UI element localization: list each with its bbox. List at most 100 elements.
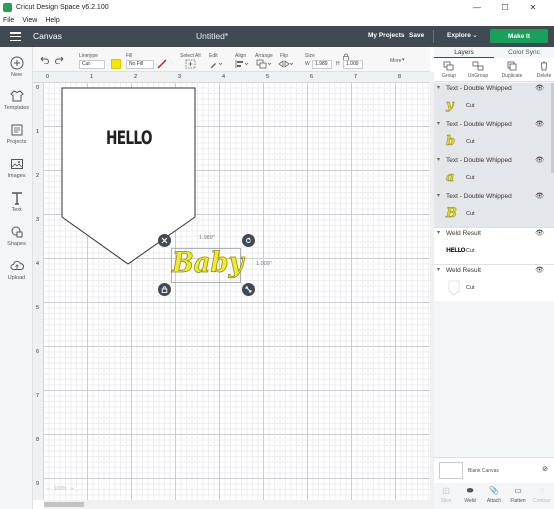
flatten-button[interactable]: ▭ Flatten bbox=[506, 486, 530, 504]
layer-group[interactable]: ▾ Text - Double Whipped 👁 b Cut bbox=[434, 119, 554, 155]
linetype-select[interactable]: Cut bbox=[79, 60, 105, 69]
design-canvas[interactable]: HELLO Baby 1.989" 1.009" bbox=[44, 83, 430, 500]
height-input[interactable]: 1.009 bbox=[343, 60, 363, 69]
make-it-button[interactable]: Make It bbox=[490, 29, 548, 43]
canvas-color-swatch[interactable] bbox=[439, 462, 463, 479]
flip-icon[interactable] bbox=[278, 59, 294, 69]
save-button[interactable]: Save bbox=[409, 32, 424, 39]
maximize-button[interactable]: ☐ bbox=[492, 0, 518, 15]
rotate-handle[interactable] bbox=[242, 234, 255, 247]
flatten-label: Flatten bbox=[510, 498, 526, 504]
layer-group-header[interactable]: ▾ Text - Double Whipped 👁 bbox=[434, 155, 554, 166]
my-projects-button[interactable]: My Projects bbox=[368, 32, 405, 39]
redo-icon[interactable] bbox=[55, 56, 65, 64]
layer-group[interactable]: ▾ Weld Result 👁 HELLO Cut bbox=[434, 227, 554, 264]
ruler-tick: 2 bbox=[36, 173, 40, 179]
eye-hidden-icon[interactable]: ⊘ bbox=[542, 465, 548, 473]
arrange-icon[interactable] bbox=[256, 59, 272, 69]
trash-icon bbox=[541, 61, 547, 71]
scroll-thumb[interactable] bbox=[44, 502, 84, 507]
more-button[interactable]: More bbox=[390, 58, 401, 64]
lock-handle[interactable] bbox=[158, 283, 171, 296]
upload-tool[interactable]: Upload bbox=[0, 259, 33, 281]
banner-shape[interactable] bbox=[61, 87, 196, 265]
resize-handle[interactable] bbox=[242, 283, 255, 296]
group-button[interactable]: Group bbox=[435, 61, 463, 79]
duplicate-button[interactable]: Duplicate bbox=[498, 61, 526, 79]
eye-icon[interactable]: 👁 bbox=[535, 265, 544, 276]
layer-group[interactable]: ▾ Text - Double Whipped 👁 B Cut bbox=[434, 191, 554, 227]
layer-group-header[interactable]: ▾ Text - Double Whipped 👁 bbox=[434, 119, 554, 130]
undo-icon[interactable] bbox=[39, 56, 49, 64]
layer-item[interactable]: Cut bbox=[434, 276, 554, 301]
layer-item[interactable]: y Cut bbox=[434, 94, 554, 119]
more-chevron-icon[interactable]: ▾ bbox=[402, 57, 405, 63]
chevron-down-icon[interactable]: ▾ bbox=[437, 265, 440, 276]
eye-icon[interactable]: 👁 bbox=[535, 83, 544, 94]
layer-group[interactable]: ▾ Text - Double Whipped 👁 a Cut bbox=[434, 155, 554, 191]
minimize-button[interactable]: — bbox=[464, 0, 490, 15]
align-icon[interactable] bbox=[234, 59, 250, 69]
ruler-tick: 3 bbox=[178, 74, 182, 80]
attach-button[interactable]: 📎 Attach bbox=[482, 486, 506, 504]
contour-button[interactable]: ◌ Contour bbox=[530, 486, 554, 504]
baby-text[interactable]: Baby bbox=[172, 246, 244, 280]
eye-icon[interactable]: 👁 bbox=[535, 191, 544, 202]
layer-item[interactable]: HELLO Cut bbox=[434, 239, 554, 264]
chevron-down-icon[interactable]: ▾ bbox=[437, 155, 440, 166]
layer-item[interactable]: a Cut bbox=[434, 166, 554, 191]
projects-tool[interactable]: Projects bbox=[0, 123, 33, 145]
layer-group-header[interactable]: ▾ Weld Result 👁 bbox=[434, 265, 554, 276]
weld-button[interactable]: ⬬ Weld bbox=[458, 486, 482, 504]
eye-icon[interactable]: 👁 bbox=[535, 119, 544, 130]
layer-group-header[interactable]: ▾ Text - Double Whipped 👁 bbox=[434, 191, 554, 202]
tab-layers[interactable]: Layers bbox=[434, 47, 494, 58]
layers-panel: Layers Color Sync Group UnGroup Duplicat… bbox=[434, 47, 554, 509]
slice-button[interactable]: ◫ Slice bbox=[434, 486, 458, 504]
ungroup-button[interactable]: UnGroup bbox=[464, 61, 492, 79]
plus-circle-icon bbox=[10, 56, 23, 70]
eye-icon[interactable]: 👁 bbox=[535, 228, 544, 239]
hamburger-menu-icon[interactable] bbox=[10, 32, 21, 42]
width-input[interactable]: 1.989 bbox=[312, 60, 332, 69]
tab-color-sync[interactable]: Color Sync bbox=[494, 47, 554, 58]
layer-group[interactable]: ▾ Weld Result 👁 Cut bbox=[434, 264, 554, 301]
fill-select[interactable]: No Fill bbox=[126, 60, 154, 69]
image-icon bbox=[10, 159, 23, 169]
text-tool[interactable]: Text bbox=[0, 191, 33, 213]
menu-view[interactable]: View bbox=[22, 17, 37, 24]
horizontal-scrollbar[interactable] bbox=[44, 500, 430, 509]
layer-group-header[interactable]: ▾ Text - Double Whipped 👁 bbox=[434, 83, 554, 94]
weld-icon: ⬬ bbox=[466, 486, 474, 495]
delete-button[interactable]: Delete bbox=[530, 61, 554, 79]
layer-group-header[interactable]: ▾ Weld Result 👁 bbox=[434, 228, 554, 239]
layer-item[interactable]: b Cut bbox=[434, 130, 554, 155]
images-tool[interactable]: Images bbox=[0, 157, 33, 179]
zoom-out-button[interactable]: – bbox=[47, 486, 50, 492]
shapes-tool[interactable]: Shapes bbox=[0, 225, 33, 247]
chevron-down-icon[interactable]: ⌄ bbox=[472, 31, 478, 39]
fill-color-none-icon[interactable] bbox=[157, 59, 167, 69]
layer-group-name: Weld Result bbox=[446, 230, 481, 237]
select-all-icon[interactable] bbox=[185, 59, 196, 69]
ruler-tick: 9 bbox=[36, 481, 40, 487]
new-tool[interactable]: New bbox=[0, 56, 33, 78]
zoom-in-button[interactable]: + bbox=[71, 486, 74, 492]
hello-text[interactable]: HELLO bbox=[106, 127, 152, 149]
eye-icon[interactable]: 👁 bbox=[535, 155, 544, 166]
templates-tool[interactable]: Templates bbox=[0, 89, 33, 111]
chevron-down-icon[interactable]: ▾ bbox=[437, 191, 440, 202]
menu-help[interactable]: Help bbox=[45, 17, 59, 24]
delete-handle[interactable] bbox=[158, 234, 171, 247]
linetype-color-swatch[interactable] bbox=[111, 59, 121, 69]
chevron-down-icon[interactable]: ▾ bbox=[437, 228, 440, 239]
explore-button[interactable]: Explore bbox=[447, 32, 471, 39]
layer-item[interactable]: B Cut bbox=[434, 202, 554, 227]
blank-canvas-row[interactable]: Blank Canvas ⊘ bbox=[434, 457, 554, 483]
edit-icon[interactable] bbox=[209, 59, 223, 69]
close-window-button[interactable]: ✕ bbox=[520, 0, 546, 15]
menu-file[interactable]: File bbox=[3, 17, 14, 24]
chevron-down-icon[interactable]: ▾ bbox=[437, 83, 440, 94]
chevron-down-icon[interactable]: ▾ bbox=[437, 119, 440, 130]
layer-group[interactable]: ▾ Text - Double Whipped 👁 y Cut bbox=[434, 83, 554, 119]
